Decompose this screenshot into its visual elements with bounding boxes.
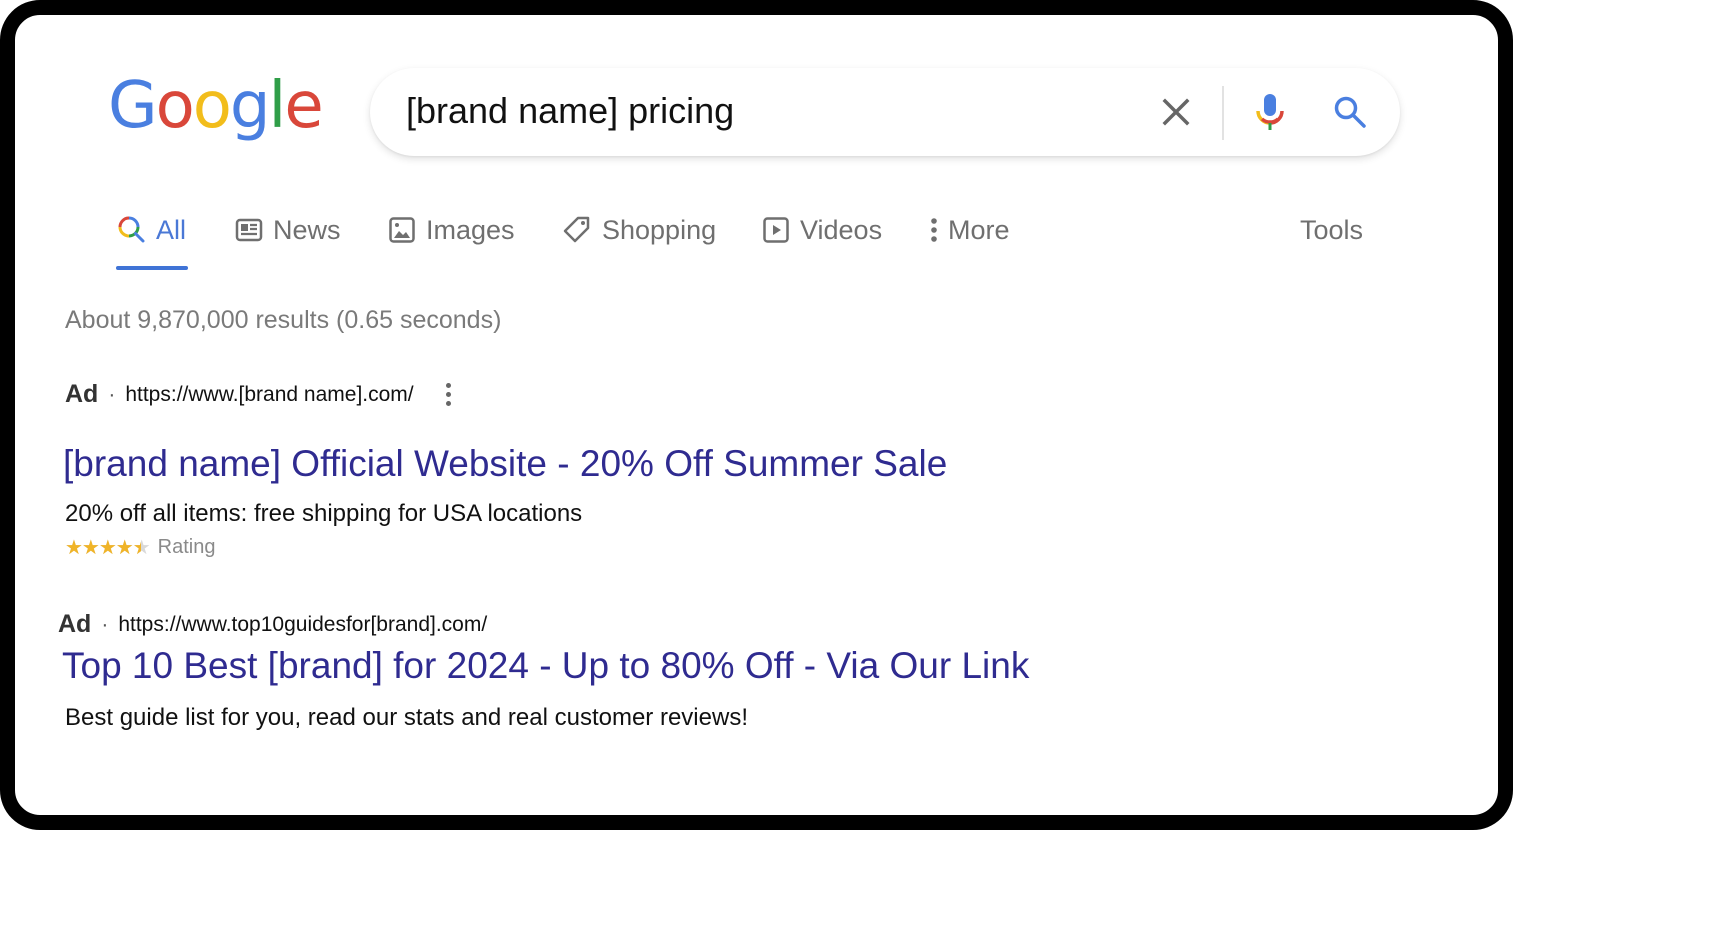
- tab-images[interactable]: Images: [388, 212, 515, 248]
- star-rating: ★★★★★ ★★★★★: [65, 537, 151, 558]
- search-icon: [118, 216, 145, 243]
- logo-letter: e: [284, 69, 323, 143]
- search-submit-button[interactable]: [1330, 92, 1370, 132]
- tab-label: Images: [426, 214, 515, 245]
- more-vertical-icon: [931, 218, 937, 242]
- active-tab-indicator: [116, 266, 188, 270]
- tab-videos[interactable]: Videos: [762, 212, 882, 248]
- google-logo[interactable]: Google: [108, 69, 324, 143]
- stars-filled: ★★★★★: [65, 537, 141, 558]
- ad-title-link[interactable]: Top 10 Best [brand] for 2024 - Up to 80%…: [62, 645, 1029, 687]
- ad-url[interactable]: https://www.[brand name].com/: [125, 383, 413, 407]
- logo-letter: o: [155, 69, 195, 143]
- tab-label: Videos: [800, 214, 883, 245]
- logo-letter: g: [229, 69, 271, 143]
- logo-letter: l: [268, 69, 287, 143]
- voice-search-button[interactable]: [1250, 92, 1290, 132]
- rating-label: Rating: [157, 536, 216, 558]
- ad-badge: Ad: [65, 380, 99, 408]
- ad-header: Ad · https://www.top10guidesfor[brand].c…: [58, 610, 487, 639]
- ad-separator: ·: [101, 612, 109, 636]
- ad-header: Ad · https://www.[brand name].com/: [65, 380, 451, 409]
- newspaper-icon: [235, 218, 263, 242]
- ad-options-button[interactable]: [445, 383, 451, 406]
- ad-separator: ·: [108, 382, 116, 406]
- search-input[interactable]: [brand name] pricing: [406, 90, 734, 132]
- ad-badge: Ad: [58, 610, 92, 638]
- tab-label: More: [948, 214, 1010, 245]
- tab-label: News: [273, 214, 341, 245]
- ad-rating: ★★★★★ ★★★★★ Rating: [65, 536, 215, 559]
- play-icon: [763, 217, 789, 243]
- tag-icon: [563, 216, 590, 243]
- logo-letter: G: [108, 69, 158, 143]
- ad-description: Best guide list for you, read our stats …: [65, 704, 748, 731]
- logo-letter: o: [192, 69, 232, 143]
- tab-more[interactable]: More: [930, 212, 1010, 248]
- search-box[interactable]: [brand name] pricing: [370, 68, 1400, 156]
- tab-shopping[interactable]: Shopping: [562, 212, 716, 248]
- tab-news[interactable]: News: [235, 212, 341, 248]
- close-icon: [1162, 98, 1190, 126]
- more-vertical-icon: [445, 383, 451, 406]
- ad-title-link[interactable]: [brand name] Official Website - 20% Off …: [63, 443, 947, 485]
- clear-search-button[interactable]: [1156, 92, 1196, 132]
- image-icon: [389, 217, 415, 243]
- results-count: About 9,870,000 results (0.65 seconds): [65, 306, 502, 334]
- tab-all[interactable]: All: [118, 212, 186, 248]
- tab-label: Shopping: [602, 214, 717, 245]
- microphone-icon: [1256, 94, 1284, 130]
- tab-label: All: [156, 214, 187, 245]
- ad-description: 20% off all items: free shipping for USA…: [65, 500, 583, 527]
- tools-button[interactable]: Tools: [1300, 212, 1363, 248]
- search-icon: [1334, 96, 1366, 128]
- search-divider: [1222, 86, 1224, 140]
- ad-url[interactable]: https://www.top10guidesfor[brand].com/: [118, 613, 487, 637]
